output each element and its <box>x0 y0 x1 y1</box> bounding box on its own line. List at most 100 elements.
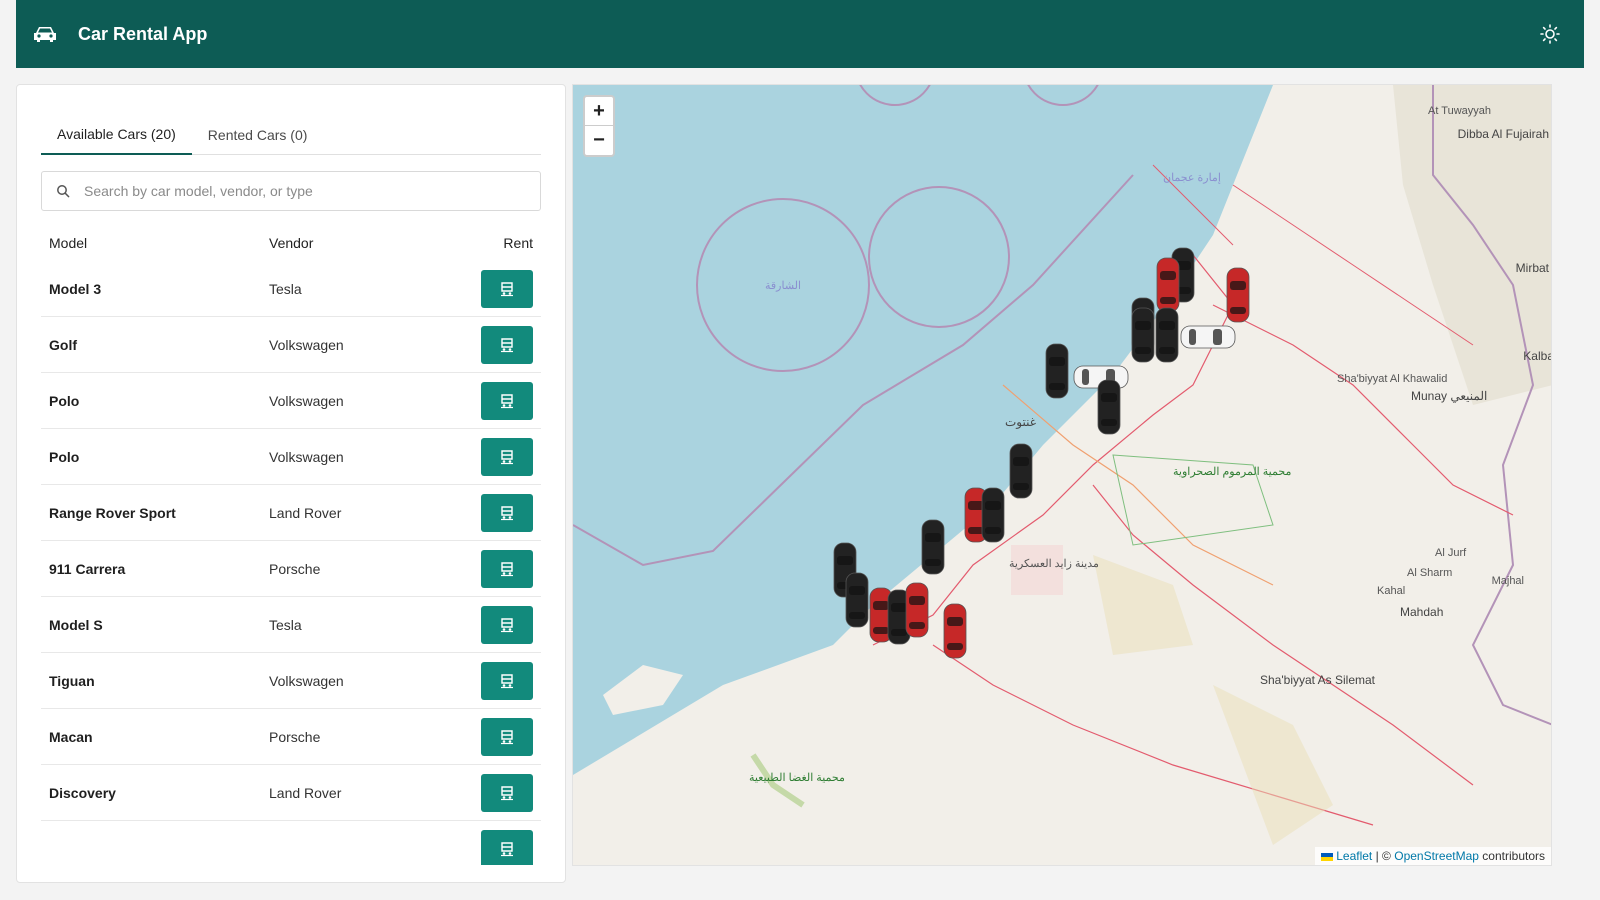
table-row: Golf Volkswagen <box>41 317 541 373</box>
table-row: Discovery Land Rover <box>41 765 541 821</box>
table-row <box>41 821 541 865</box>
car-model: Polo <box>49 392 80 409</box>
car-model: Tiguan <box>49 672 95 689</box>
car-model: Macan <box>49 728 93 745</box>
map-place-label: محمية المرموم الصحراوية <box>1173 466 1292 478</box>
rent-button[interactable] <box>481 829 533 865</box>
car-vendor: Tesla <box>269 616 302 633</box>
map-place-label: Majhal <box>1491 575 1524 587</box>
car-rent-icon <box>501 673 513 688</box>
car-rent-icon <box>501 561 513 576</box>
app-title: Car Rental App <box>78 23 208 44</box>
attribution-separator: | © <box>1375 849 1391 863</box>
map-place-label: At Tuwayyah <box>1428 105 1491 117</box>
car-model: Golf <box>49 336 77 353</box>
car-rent-icon <box>501 841 513 856</box>
tab-available-cars[interactable]: Available Cars (20) <box>41 115 192 155</box>
car-icon <box>32 24 58 44</box>
car-marker[interactable] <box>845 572 869 628</box>
map-place-label: محمية الغضا الطبيعية <box>749 772 845 784</box>
theme-toggle-icon[interactable] <box>1540 24 1560 44</box>
car-vendor: Volkswagen <box>269 392 344 409</box>
car-marker[interactable] <box>1226 267 1250 323</box>
map-place-label: Kalba <box>1523 349 1552 363</box>
attribution-suffix: contributors <box>1482 849 1545 863</box>
app-header: Car Rental App <box>16 0 1584 68</box>
leaflet-link[interactable]: Leaflet <box>1336 849 1372 863</box>
car-rent-icon <box>501 785 513 800</box>
table-row: Model S Tesla <box>41 597 541 653</box>
car-model: Model 3 <box>49 280 102 297</box>
openstreetmap-link[interactable]: OpenStreetMap <box>1394 849 1479 863</box>
car-marker[interactable] <box>921 519 945 575</box>
car-vendor: Volkswagen <box>269 448 344 465</box>
car-marker[interactable] <box>1045 343 1069 399</box>
map-place-label: Munay المنيعي <box>1411 389 1488 403</box>
map-place-label: Sha'biyyat As Silemat <box>1260 673 1376 687</box>
rent-button[interactable] <box>481 269 533 308</box>
map-place-label: Dibba Al Fujairah <box>1457 127 1549 141</box>
car-rent-icon <box>501 393 513 408</box>
rent-button[interactable] <box>481 773 533 812</box>
zoom-in-button[interactable]: + <box>585 97 613 126</box>
zoom-out-button[interactable]: − <box>585 126 613 155</box>
car-marker[interactable] <box>1009 443 1033 499</box>
car-rent-icon <box>501 449 513 464</box>
map-place-label: Sha'biyyat Al Khawalid <box>1337 373 1448 385</box>
table-header: Model Vendor Rent <box>41 225 541 261</box>
cars-table: Model Vendor Rent Model 3 Tesla Golf Volksw… <box>41 225 541 865</box>
table-body: Model 3 Tesla Golf Volkswagen Polo Volkswagen… <box>41 261 541 865</box>
car-vendor: Land Rover <box>269 784 342 801</box>
table-row: Tiguan Volkswagen <box>41 653 541 709</box>
zoom-control: + − <box>583 95 615 157</box>
car-marker[interactable] <box>1180 325 1236 349</box>
map-place-label: الشارقة <box>765 280 802 292</box>
car-rent-icon <box>501 505 513 520</box>
rent-button[interactable] <box>481 381 533 420</box>
column-header-vendor: Vendor <box>269 235 314 251</box>
car-model: Polo <box>49 448 80 465</box>
map-place-label: Mirbat <box>1515 261 1549 275</box>
map-place-label: إمارة عجمان <box>1163 172 1221 184</box>
map-place-label: Al Sharm <box>1407 567 1453 579</box>
map-place-label: Al Jurf <box>1435 547 1467 559</box>
car-marker[interactable] <box>943 603 967 659</box>
car-marker[interactable] <box>1097 379 1121 435</box>
car-vendor: Porsche <box>269 560 321 577</box>
rent-button[interactable] <box>481 437 533 476</box>
car-marker[interactable] <box>981 487 1005 543</box>
car-marker[interactable] <box>1155 307 1179 363</box>
car-vendor: Tesla <box>269 280 302 297</box>
search-box <box>41 171 541 211</box>
car-model: Range Rover Sport <box>49 504 176 521</box>
car-rent-icon <box>501 617 513 632</box>
car-marker[interactable] <box>905 582 929 638</box>
car-rent-icon <box>501 337 513 352</box>
car-vendor: Volkswagen <box>269 672 344 689</box>
rent-button[interactable] <box>481 661 533 700</box>
rent-button[interactable] <box>481 549 533 588</box>
rent-button[interactable] <box>481 493 533 532</box>
car-model: Discovery <box>49 784 116 801</box>
rent-button[interactable] <box>481 605 533 644</box>
car-marker[interactable] <box>1156 257 1180 313</box>
tab-bar: Available Cars (20) Rented Cars (0) <box>41 115 541 155</box>
table-row: 911 Carrera Porsche <box>41 541 541 597</box>
table-row: Polo Volkswagen <box>41 373 541 429</box>
car-list-panel: Available Cars (20) Rented Cars (0) Mode… <box>16 84 566 883</box>
rent-button[interactable] <box>481 325 533 364</box>
map-view[interactable]: الشارقة Sha'biyyat As Silemat Mahdah Munay … <box>572 84 1552 866</box>
map-place-label: Mahdah <box>1400 605 1444 619</box>
map-canvas[interactable] <box>573 85 1552 866</box>
car-marker[interactable] <box>1131 307 1155 363</box>
map-place-label: غنتوت <box>1005 415 1037 429</box>
map-attribution: Leaflet | © OpenStreetMap contributors <box>1315 847 1551 865</box>
car-rent-icon <box>501 729 513 744</box>
tab-rented-cars[interactable]: Rented Cars (0) <box>192 115 324 155</box>
car-model: Model S <box>49 616 103 633</box>
ukraine-flag-icon <box>1321 852 1334 861</box>
search-input[interactable] <box>84 183 524 199</box>
table-row: Model 3 Tesla <box>41 261 541 317</box>
rent-button[interactable] <box>481 717 533 756</box>
table-row: Polo Volkswagen <box>41 429 541 485</box>
